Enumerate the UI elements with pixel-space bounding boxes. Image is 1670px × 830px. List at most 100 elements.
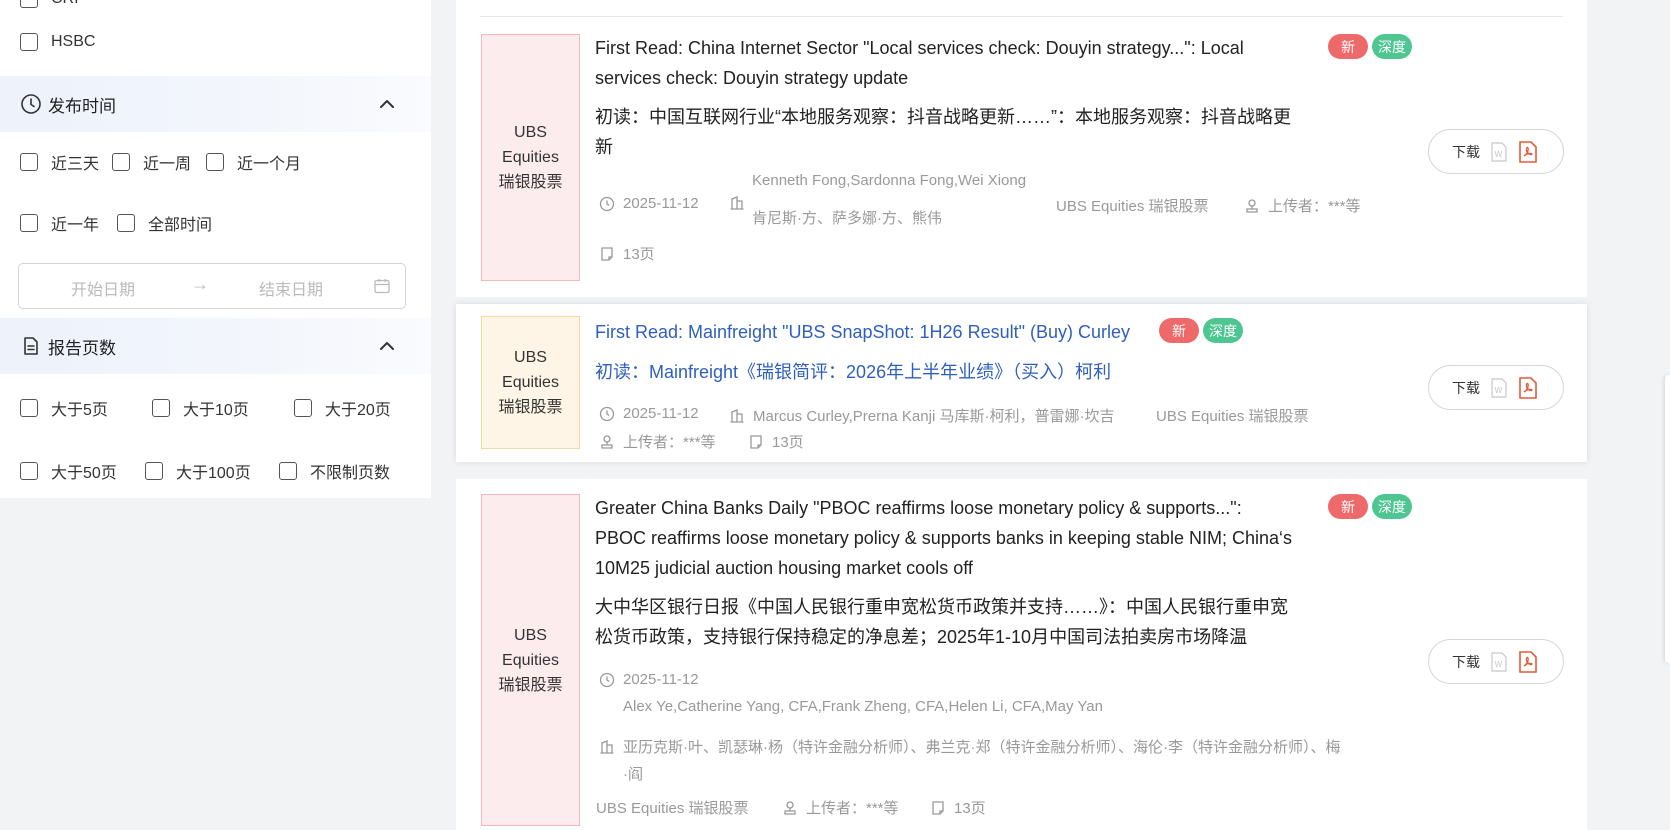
thumb-line: Equities [502,149,559,166]
pages-option-10[interactable]: 大于10页 [152,396,249,420]
chevron-up-icon[interactable] [377,336,397,356]
end-date-input[interactable]: 结束日期 [259,276,323,300]
report-title-cn[interactable]: 初读：中国互联网行业“本地服务观察：抖音战略更新……”：本地服务观察：抖音战略更… [595,102,1291,162]
thumb-line: UBS [514,349,547,366]
thumb-line: Equities [502,651,559,669]
report-title-cn[interactable]: 大中华区银行日报《中国人民银行重申宽松货币政策并支持……》：中国人民银行重申宽 … [595,592,1288,652]
page-count: 13页 [930,797,986,818]
publish-time-header[interactable]: 发布时间 [0,76,431,132]
time-option-year[interactable]: 近一年 [20,211,99,235]
checkbox-label: HSBC [51,33,96,50]
report-card[interactable]: UBS Equities 瑞银股票 First Read: China Inte… [456,18,1587,297]
document-icon [20,335,42,357]
analyst-icon-wrap [729,195,753,211]
org-name: UBS Equities 瑞银股票 [596,800,749,817]
pages-option-100[interactable]: 大于100页 [145,459,251,483]
pages-text: 13页 [954,800,986,817]
clock-icon [599,196,615,212]
uploader-text: 上传者：***等 [806,800,899,817]
checkbox[interactable] [20,153,38,171]
pages-text: 13页 [623,246,655,263]
page-icon [599,246,615,262]
checkbox[interactable] [20,462,38,480]
pages-text: 13页 [772,434,804,451]
time-option-month[interactable]: 近一个月 [206,150,301,174]
time-option-week[interactable]: 近一周 [112,150,191,174]
uploader-text: 上传者：***等 [1268,198,1361,215]
pages-option-50[interactable]: 大于50页 [20,459,117,483]
pages-option-unlimited[interactable]: 不限制页数 [279,459,390,483]
report-title-cn[interactable]: 初读：Mainfreight《瑞银简评：2026年上半年业绩》（买入）柯利 [595,357,1111,387]
checkbox[interactable] [112,153,130,171]
date-text: 2025-11-12 [623,671,699,688]
checkbox[interactable] [20,214,38,232]
date-range-picker[interactable]: 开始日期 → 结束日期 [18,263,406,309]
checkbox[interactable] [20,0,38,8]
clock-icon [599,672,615,688]
page-count: 13页 [748,431,804,452]
org-filter-hsbc[interactable]: HSBC [20,33,95,51]
checkbox[interactable] [206,153,224,171]
download-button[interactable]: 下载 W [1428,639,1564,684]
thumb-line: 瑞银股票 [498,399,563,416]
word-icon[interactable]: W [1490,378,1508,398]
page-count-header[interactable]: 报告页数 [0,318,431,374]
checkbox[interactable] [294,399,312,417]
title-line: First Read: China Internet Sector "Local… [595,38,1244,58]
report-title-en[interactable]: Greater China Banks Daily "PBOC reaffirm… [595,493,1292,583]
section-title: 报告页数 [48,338,116,358]
time-option-all[interactable]: 全部时间 [117,211,212,235]
report-title-en[interactable]: First Read: China Internet Sector "Local… [595,33,1244,93]
date-text: 2025-11-12 [623,405,699,422]
checkbox-label: 大于10页 [183,402,249,419]
checkbox[interactable] [20,399,38,417]
side-drawer-edge[interactable] [1665,375,1670,663]
checkbox-label: 大于5页 [51,402,108,419]
report-date: 2025-11-12 [599,671,699,688]
thumb-line: UBS [514,124,547,141]
pages-option-20[interactable]: 大于20页 [294,396,391,420]
pages-option-5[interactable]: 大于5页 [20,396,108,420]
checkbox[interactable] [279,462,297,480]
title-line: PBOC reaffirms loose monetary policy & s… [595,528,1292,548]
svg-text:W: W [1495,660,1503,669]
title-line: 初读：Mainfreight《瑞银简评：2026年上半年业绩》（买入）柯利 [595,362,1112,382]
pdf-icon[interactable] [1518,651,1538,673]
checkbox-label: 大于50页 [51,465,117,482]
uploader: 上传者：***等 [1244,195,1361,216]
authors-cn-line: 亚历克斯·叶、凯瑟琳·杨（特许金融分析师）、弗兰克·郑（特许金融分析师）、海伦·… [599,736,1341,757]
divider [480,16,1563,17]
org-filter-cri[interactable]: CRI [20,0,79,8]
word-icon[interactable]: W [1490,652,1508,672]
report-thumbnail[interactable]: UBS Equities 瑞银股票 [481,34,580,281]
pdf-icon[interactable] [1518,141,1538,163]
download-label: 下载 [1452,143,1480,160]
thumb-line: 瑞银股票 [498,174,563,191]
checkbox-label: 不限制页数 [310,465,391,482]
chevron-up-icon[interactable] [377,94,397,114]
checkbox[interactable] [117,214,135,232]
word-icon[interactable]: W [1490,142,1508,162]
report-thumbnail[interactable]: UBS Equities 瑞银股票 [481,494,580,826]
pdf-icon[interactable] [1518,377,1538,399]
download-button[interactable]: 下载 W [1428,129,1564,174]
download-button[interactable]: 下载 W [1428,365,1564,410]
checkbox-label: CRI [51,0,79,8]
org-name: UBS Equities 瑞银股票 [1156,408,1309,425]
report-card[interactable]: UBS Equities 瑞银股票 First Read: Mainfreigh… [456,304,1587,462]
clock-icon [20,93,42,115]
time-option-3days[interactable]: 近三天 [20,150,99,174]
report-title-en[interactable]: First Read: Mainfreight "UBS SnapShot: 1… [595,317,1130,347]
report-card[interactable]: UBS Equities 瑞银股票 Greater China Banks Da… [456,479,1587,830]
authors-en: Alex Ye,Catherine Yang, CFA,Frank Zheng,… [623,698,1103,715]
report-thumbnail[interactable]: UBS Equities 瑞银股票 [481,316,580,449]
thumb-line: 瑞银股票 [498,676,563,694]
building-icon [599,739,615,755]
checkbox[interactable] [152,399,170,417]
checkbox[interactable] [145,462,163,480]
page-icon [748,434,764,450]
checkbox-label: 近一周 [143,156,192,173]
title-line: 松货币政策，支持银行保持稳定的净息差；2025年1-10月中国司法拍卖房市场降温 [595,627,1248,647]
start-date-input[interactable]: 开始日期 [71,276,135,300]
checkbox[interactable] [20,33,38,51]
